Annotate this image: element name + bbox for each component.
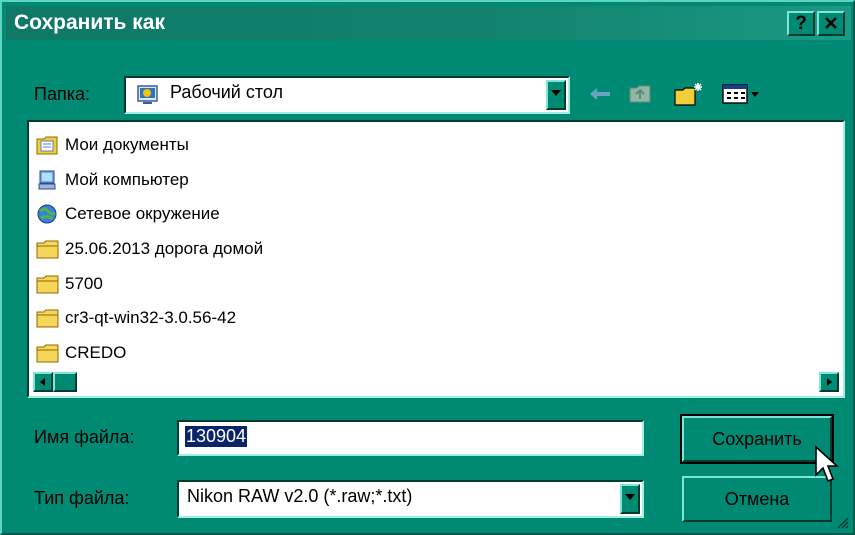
file-name: Мои документы bbox=[65, 135, 189, 155]
file-list[interactable]: Мои документы Мой компьютер Сетевое окру… bbox=[27, 120, 845, 398]
up-folder-icon[interactable] bbox=[624, 80, 658, 108]
dialog-title: Сохранить как bbox=[14, 11, 165, 34]
chevron-left-icon bbox=[40, 378, 45, 386]
save-as-dialog: Сохранить как ? Папка: Рабочий стол Мои … bbox=[0, 0, 855, 535]
scroll-thumb[interactable] bbox=[53, 372, 77, 392]
my-computer-icon bbox=[38, 170, 56, 190]
filename-label: Имя файла: bbox=[34, 427, 135, 447]
file-name: 25.06.2013 дорога домой bbox=[65, 239, 264, 259]
filetype-value: Nikon RAW v2.0 (*.raw;*.txt) bbox=[187, 486, 413, 506]
back-arrow-icon[interactable] bbox=[585, 80, 615, 108]
file-name: 5700 bbox=[65, 273, 103, 293]
close-icon bbox=[825, 17, 837, 29]
file-name: Сетевое окружение bbox=[65, 204, 220, 224]
list-item[interactable]: 5700 bbox=[35, 266, 263, 301]
close-button[interactable] bbox=[817, 11, 845, 36]
my-documents-icon bbox=[36, 136, 58, 155]
folder-icon bbox=[36, 240, 59, 259]
list-item[interactable]: CREDO bbox=[35, 336, 263, 371]
folder-icon bbox=[36, 275, 59, 294]
list-item[interactable]: Мой компьютер bbox=[35, 163, 263, 198]
desktop-icon bbox=[136, 83, 160, 112]
folder-value: Рабочий стол bbox=[170, 82, 283, 102]
filename-value: 130904 bbox=[185, 426, 248, 447]
folder-icon bbox=[36, 344, 59, 363]
horizontal-scrollbar[interactable] bbox=[33, 372, 839, 392]
folder-combobox[interactable]: Рабочий стол bbox=[124, 76, 570, 114]
chevron-down-icon[interactable] bbox=[546, 80, 566, 110]
folder-label: Папка: bbox=[34, 84, 90, 104]
save-button[interactable]: Сохранить bbox=[680, 414, 834, 464]
title-bar[interactable]: Сохранить как ? bbox=[6, 6, 851, 40]
mouse-cursor-icon bbox=[815, 445, 840, 483]
filetype-combobox[interactable]: Nikon RAW v2.0 (*.raw;*.txt) bbox=[177, 480, 644, 518]
file-name: CREDO bbox=[65, 342, 127, 362]
file-name: Мой компьютер bbox=[65, 169, 189, 189]
folder-icon bbox=[36, 309, 59, 328]
scroll-left-button[interactable] bbox=[33, 372, 53, 392]
chevron-down-icon[interactable] bbox=[620, 484, 640, 514]
filename-input[interactable]: 130904 bbox=[177, 420, 644, 456]
help-button[interactable]: ? bbox=[787, 11, 815, 36]
cancel-button[interactable]: Отмена bbox=[682, 476, 832, 522]
scroll-right-button[interactable] bbox=[819, 372, 839, 392]
network-icon bbox=[37, 204, 57, 224]
list-item[interactable]: Сетевое окружение bbox=[35, 197, 263, 232]
file-name: cr3-qt-win32-3.0.56-42 bbox=[65, 308, 237, 328]
resize-grip-icon[interactable] bbox=[835, 515, 849, 529]
chevron-right-icon bbox=[827, 378, 832, 386]
list-item[interactable]: 25.06.2013 дорога домой bbox=[35, 232, 263, 267]
list-item[interactable]: Мои документы bbox=[35, 128, 263, 163]
view-menu-icon[interactable] bbox=[720, 80, 766, 108]
list-item[interactable]: cr3-qt-win32-3.0.56-42 bbox=[35, 301, 263, 336]
new-folder-icon[interactable] bbox=[670, 80, 708, 108]
filetype-label: Тип файла: bbox=[34, 488, 130, 508]
